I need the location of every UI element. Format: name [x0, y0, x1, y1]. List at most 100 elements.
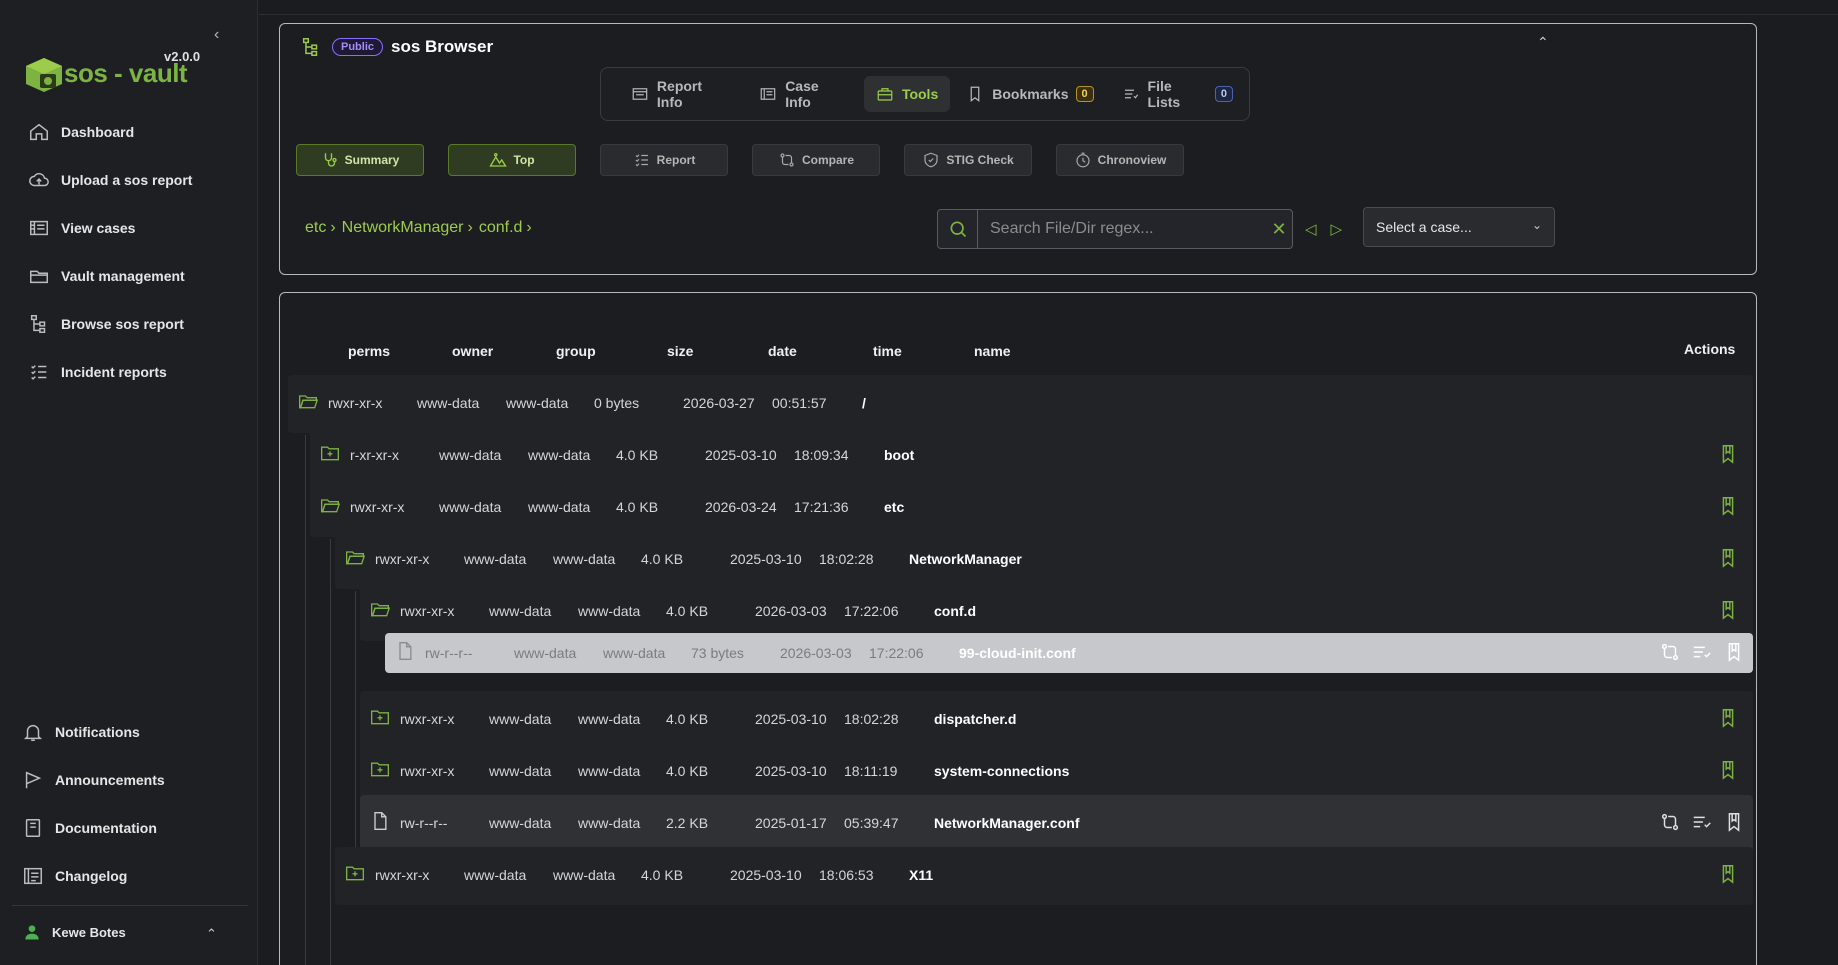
- book-icon: [25, 819, 41, 837]
- column-header-time[interactable]: time: [873, 343, 902, 359]
- bookmark-icon[interactable]: [1717, 443, 1739, 465]
- bookmark-icon[interactable]: [1717, 863, 1739, 885]
- table-row[interactable]: rwxr-xr-x www-data www-data 4.0 KB 2025-03-1…: [335, 531, 1753, 589]
- tab-tools[interactable]: Tools: [863, 76, 951, 112]
- table-row[interactable]: rw-r--r-- www-data www-data 2.2 KB 2025-01-1…: [360, 795, 1753, 853]
- column-header-perms[interactable]: perms: [348, 343, 390, 359]
- table-row[interactable]: rw-r--r-- www-data www-data 73 bytes 2026-03…: [385, 633, 1753, 673]
- column-header-name[interactable]: name: [974, 343, 1011, 359]
- sidebar-item-changelog[interactable]: Changelog: [22, 852, 165, 900]
- stig-check-button[interactable]: STIG Check: [904, 144, 1032, 176]
- user-menu[interactable]: Kewe Botes: [22, 922, 126, 942]
- cell-name[interactable]: /: [862, 395, 866, 411]
- cell-owner: www-data: [489, 815, 552, 831]
- cell-group: www-data: [528, 447, 591, 463]
- home-icon: [30, 123, 48, 141]
- cell-date: 2026-03-03: [780, 645, 852, 661]
- row-actions: [1707, 495, 1739, 517]
- sidebar-item-browse-sos-report[interactable]: Browse sos report: [28, 300, 192, 348]
- sidebar-item-notifications[interactable]: Notifications: [22, 708, 165, 756]
- sidebar-item-upload[interactable]: Upload a sos report: [28, 156, 192, 204]
- table-row[interactable]: rwxr-xr-x www-data www-data 0 bytes 2026-03-…: [288, 375, 1753, 433]
- tool-label: Summary: [344, 153, 400, 167]
- bookmark-icon[interactable]: [1717, 759, 1739, 781]
- cell-time: 17:21:36: [794, 499, 849, 515]
- breadcrumb-item[interactable]: conf.d: [479, 219, 523, 237]
- chevron-up-icon[interactable]: ⌃: [1537, 34, 1549, 51]
- cell-name[interactable]: boot: [884, 447, 914, 463]
- cell-name[interactable]: system-connections: [934, 763, 1069, 779]
- sidebar-item-view-cases[interactable]: View cases: [28, 204, 192, 252]
- search-input[interactable]: [978, 210, 1266, 248]
- cell-name[interactable]: conf.d: [934, 603, 976, 619]
- previous-match-icon[interactable]: ◁: [1305, 220, 1317, 238]
- table-row[interactable]: rwxr-xr-x www-data www-data 4.0 KB 2025-03-1…: [360, 691, 1753, 749]
- tab-file-lists[interactable]: File Lists 0: [1110, 76, 1245, 112]
- add-to-list-icon[interactable]: [1691, 641, 1713, 663]
- sidebar-item-incident-reports[interactable]: Incident reports: [28, 348, 192, 396]
- column-header-owner[interactable]: owner: [452, 343, 493, 359]
- bookmark-icon[interactable]: [1717, 599, 1739, 621]
- tab-case-info[interactable]: Case Info: [747, 76, 860, 112]
- compare-icon[interactable]: [1659, 641, 1681, 663]
- cell-group: www-data: [553, 867, 616, 883]
- folder-open-icon: [346, 551, 366, 565]
- cell-group: www-data: [603, 645, 666, 661]
- add-to-list-icon[interactable]: [1691, 811, 1713, 833]
- table-row[interactable]: r-xr-xr-x www-data www-data 4.0 KB 2025-03-1…: [310, 427, 1753, 485]
- bookmark-icon[interactable]: [1723, 641, 1745, 663]
- compare-icon[interactable]: [1659, 811, 1681, 833]
- cell-time: 00:51:57: [772, 395, 827, 411]
- bookmark-icon[interactable]: [1723, 811, 1745, 833]
- bookmark-icon[interactable]: [1717, 547, 1739, 569]
- next-match-icon[interactable]: ▷: [1331, 220, 1343, 238]
- report-button[interactable]: Report: [600, 144, 728, 176]
- sidebar-item-dashboard[interactable]: Dashboard: [28, 108, 192, 156]
- compare-icon: [780, 153, 794, 167]
- table-row[interactable]: rwxr-xr-x www-data www-data 4.0 KB 2026-03-2…: [310, 479, 1753, 537]
- cell-size: 4.0 KB: [666, 603, 709, 619]
- search-icon[interactable]: [938, 210, 978, 248]
- cases-icon: [30, 220, 48, 236]
- tab-label: Case Info: [785, 78, 819, 110]
- cell-owner: www-data: [489, 763, 552, 779]
- top-button[interactable]: Top: [448, 144, 576, 176]
- cell-name[interactable]: dispatcher.d: [934, 711, 1016, 727]
- clear-icon[interactable]: ✕: [1266, 219, 1292, 240]
- cell-group: www-data: [578, 603, 641, 619]
- breadcrumb-item[interactable]: etc: [305, 219, 326, 237]
- table-row[interactable]: rwxr-xr-x www-data www-data 4.0 KB 2025-03-1…: [360, 743, 1753, 801]
- column-header-size[interactable]: size: [667, 343, 693, 359]
- cell-name[interactable]: etc: [884, 499, 904, 515]
- sidebar-item-announcements[interactable]: Announcements: [22, 756, 165, 804]
- match-navigation: ◁ ▷: [1305, 220, 1356, 238]
- chevron-up-icon[interactable]: ⌃: [206, 926, 217, 942]
- column-header-group[interactable]: group: [556, 343, 596, 359]
- file-table-panel: perms owner group size date time name Ac…: [279, 292, 1757, 965]
- case-select[interactable]: Select a case... ⌄: [1363, 207, 1555, 247]
- row-actions: [1649, 811, 1745, 833]
- cell-group: www-data: [506, 395, 569, 411]
- collapse-sidebar-icon[interactable]: ‹: [214, 26, 230, 44]
- sidebar-item-vault-management[interactable]: Vault management: [28, 252, 192, 300]
- column-header-date[interactable]: date: [768, 343, 797, 359]
- bookmark-icon[interactable]: [1717, 707, 1739, 729]
- compare-button[interactable]: Compare: [752, 144, 880, 176]
- tab-bookmarks[interactable]: Bookmarks 0: [954, 76, 1105, 112]
- list-icon: [1124, 89, 1138, 99]
- bookmark-icon[interactable]: [1717, 495, 1739, 517]
- table-row[interactable]: rwxr-xr-x www-data www-data 4.0 KB 2025-03-1…: [335, 847, 1753, 905]
- cell-name[interactable]: X11: [909, 867, 933, 883]
- chronoview-button[interactable]: Chronoview: [1056, 144, 1184, 176]
- cell-name[interactable]: 99-cloud-init.conf: [959, 645, 1076, 661]
- breadcrumb-item[interactable]: NetworkManager: [342, 219, 464, 237]
- tab-report-info[interactable]: Report Info: [619, 76, 743, 112]
- summary-button[interactable]: Summary: [296, 144, 424, 176]
- cell-date: 2025-03-10: [755, 763, 827, 779]
- cell-name[interactable]: NetworkManager: [909, 551, 1022, 567]
- case-select-value: Select a case...: [1376, 219, 1472, 235]
- cell-time: 18:02:28: [844, 711, 899, 727]
- cell-group: www-data: [578, 711, 641, 727]
- sidebar-item-documentation[interactable]: Documentation: [22, 804, 165, 852]
- cell-name[interactable]: NetworkManager.conf: [934, 815, 1079, 831]
